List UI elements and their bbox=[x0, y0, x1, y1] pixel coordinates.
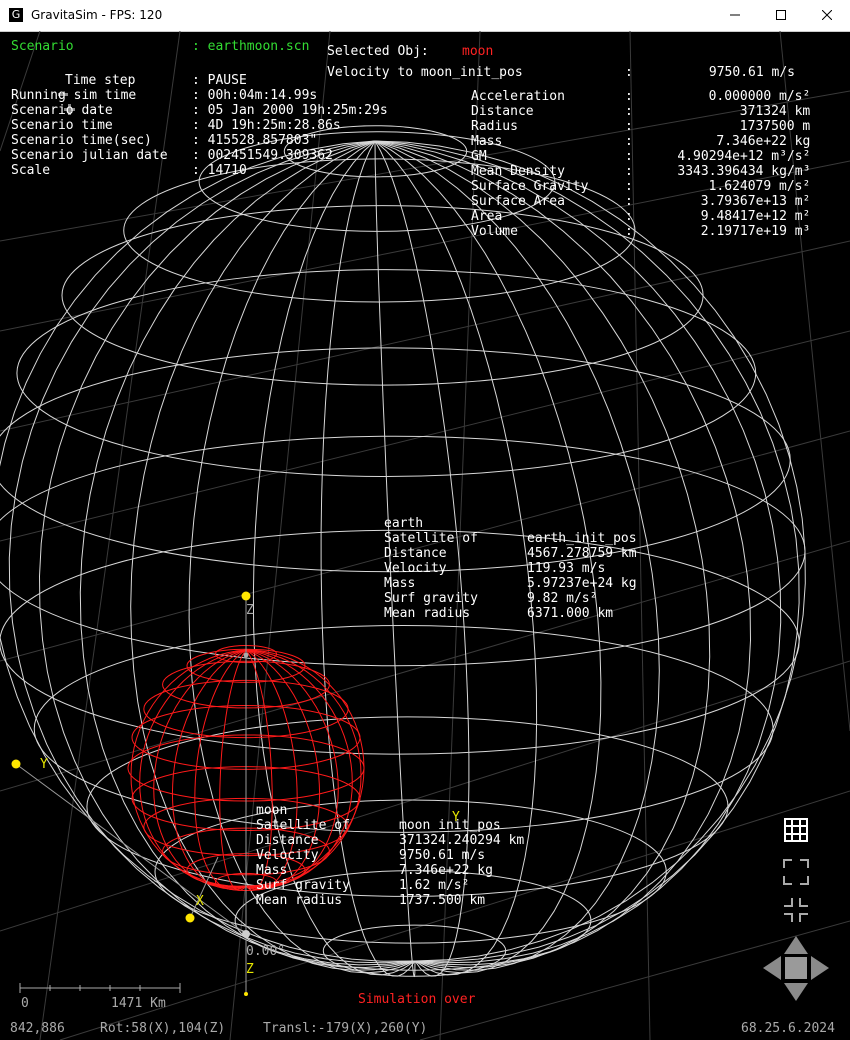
selected-prop-label: Mean Density bbox=[471, 164, 565, 179]
maximize-icon bbox=[776, 10, 786, 20]
hud-row-label: Scale bbox=[11, 163, 51, 178]
moon-info-label: Distance bbox=[256, 833, 319, 848]
moon-info-value: 7.346e+22 kg bbox=[399, 863, 493, 878]
title-bar[interactable]: G GravitaSim - FPS: 120 bbox=[0, 0, 850, 32]
simulation-viewport[interactable]: Scenario : earthmoon.scn Time step : PAU… bbox=[0, 31, 850, 1040]
selected-prop-label: Area bbox=[471, 209, 503, 224]
close-button[interactable] bbox=[804, 0, 850, 31]
selected-velocity-label: Velocity to moon_init_pos bbox=[327, 65, 523, 80]
selected-velocity-value: 9750.61 m/s bbox=[708, 65, 795, 80]
selected-prop-value: 1737500 m bbox=[739, 119, 811, 134]
selected-prop-label: Distance bbox=[471, 104, 534, 119]
pan-arrows-icon[interactable] bbox=[763, 936, 829, 1001]
scale-start: 0 bbox=[21, 996, 29, 1011]
moon-info-label: Surf gravity bbox=[256, 878, 350, 893]
moon-info-value: 9750.61 m/s bbox=[399, 848, 486, 863]
moon-info-value: moon_init_pos bbox=[399, 818, 501, 833]
hud-row-value: : 415528.857803" bbox=[192, 133, 318, 148]
scale-end: 1471 Km bbox=[111, 996, 166, 1011]
moon-info-label: Satellite of bbox=[256, 818, 350, 833]
selected-prop-label: GM bbox=[471, 149, 487, 164]
earth-info-label: Mass bbox=[384, 576, 416, 591]
selected-prop-label: Radius bbox=[471, 119, 518, 134]
earth-info-value: earth_init_pos bbox=[527, 531, 637, 546]
minimize-icon bbox=[730, 14, 740, 16]
earth-info-label: Distance bbox=[384, 546, 447, 561]
close-icon bbox=[821, 9, 833, 21]
selected-prop-label: Surface Area bbox=[471, 194, 565, 209]
earth-info-label: Mean radius bbox=[384, 606, 471, 621]
x-axis-handle[interactable] bbox=[185, 913, 195, 923]
grid-icon[interactable] bbox=[784, 818, 808, 842]
scenario-label: Scenario bbox=[11, 39, 74, 54]
hud-row-value: : 002451549.309362 bbox=[192, 148, 333, 163]
timestep-label: Time step bbox=[65, 73, 136, 88]
selected-name: moon bbox=[462, 44, 494, 59]
x-axis-label: X bbox=[196, 894, 204, 909]
hud-row-label: Scenario time(sec) bbox=[11, 133, 152, 148]
selected-label: Selected Obj: bbox=[327, 44, 429, 59]
z-axis-handle[interactable] bbox=[241, 591, 251, 601]
minimize-button[interactable] bbox=[712, 0, 758, 31]
earth-label: earth bbox=[384, 516, 424, 531]
earth-info-value: 6371.000 km bbox=[527, 606, 614, 621]
hud-row-value: : 00h:04m:14.99s bbox=[192, 88, 318, 103]
selected-prop-value: 0.000000 m/s² bbox=[708, 89, 811, 104]
hud-row-label: Scenario time bbox=[11, 118, 113, 133]
earth-info-label: Satellite of bbox=[384, 531, 478, 546]
hud-row-value: : 05 Jan 2000 19h:25m:29s bbox=[192, 103, 388, 118]
selected-prop-label: Volume bbox=[471, 224, 518, 239]
version-label: 68.25.6.2024 bbox=[741, 1021, 835, 1036]
moon-info-value: 1737.500 km bbox=[399, 893, 486, 908]
z-axis-label-bottom: Z bbox=[246, 962, 254, 977]
timestep-value: : PAUSE bbox=[192, 73, 247, 88]
hud-row-label: Running sim time bbox=[11, 88, 137, 103]
hud-row-value: : 4D 19h:25m:28.86s bbox=[192, 118, 341, 133]
selected-prop-value: 3.79367e+13 m² bbox=[700, 194, 811, 209]
angle-readout: 0.00° bbox=[246, 944, 286, 959]
shrink-view-icon[interactable] bbox=[784, 898, 808, 922]
scale-bar bbox=[19, 983, 181, 993]
rotation-readout: Rot:58(X),104(Z) bbox=[100, 1021, 226, 1036]
selected-prop-label: Mass bbox=[471, 134, 503, 149]
simulation-status: Simulation over bbox=[358, 992, 476, 1007]
hud-row-label: Scenario julian date bbox=[11, 148, 168, 163]
app-icon: G bbox=[9, 8, 23, 22]
earth-info-label: Surf gravity bbox=[384, 591, 478, 606]
moon-label: moon bbox=[256, 803, 288, 818]
y-axis-label: Y bbox=[40, 757, 48, 772]
earth-info-label: Velocity bbox=[384, 561, 447, 576]
cursor-position: 842,886 bbox=[10, 1021, 65, 1036]
window-title: GravitaSim - FPS: 120 bbox=[31, 8, 163, 22]
selected-prop-value: 7.346e+22 kg bbox=[716, 134, 811, 149]
y-axis-handle[interactable] bbox=[11, 759, 21, 769]
moon-info-label: Velocity bbox=[256, 848, 319, 863]
selected-prop-label: Surface Gravity bbox=[471, 179, 589, 194]
translation-readout: Transl:-179(X),260(Y) bbox=[263, 1021, 428, 1036]
app-window: G GravitaSim - FPS: 120 Scenario: earth… bbox=[0, 0, 850, 1040]
fit-view-icon[interactable] bbox=[783, 859, 809, 885]
maximize-button[interactable] bbox=[758, 0, 804, 31]
moon-info-label: Mass bbox=[256, 863, 288, 878]
selected-prop-value: 371324 km bbox=[739, 104, 811, 119]
earth-info-value: 119.93 m/s bbox=[527, 561, 606, 576]
moon-info-value: 371324.240294 km bbox=[399, 833, 525, 848]
moon-info-label: Mean radius bbox=[256, 893, 343, 908]
selected-prop-value: 1.624079 m/s² bbox=[708, 179, 811, 194]
selected-prop-value: 4.90294e+12 m³/s² bbox=[677, 149, 811, 164]
earth-info-value: 4567.278759 km bbox=[527, 546, 637, 561]
selected-prop-value: 3343.396434 kg/m³ bbox=[677, 164, 811, 179]
earth-info-value: 9.82 m/s² bbox=[527, 591, 598, 606]
earth-info-value: 5.97237e+24 kg bbox=[527, 576, 637, 591]
scenario-value: : earthmoon.scn bbox=[192, 39, 310, 54]
hud-row-label: Scenario date bbox=[11, 103, 113, 118]
moon-info-value: 1.62 m/s² bbox=[399, 878, 470, 893]
hud-row-value: : 14710 bbox=[192, 163, 247, 178]
selected-prop-value: 9.48417e+12 m² bbox=[700, 209, 811, 224]
selected-prop-value: 2.19717e+19 m³ bbox=[700, 224, 811, 239]
z-axis-label-top: Z bbox=[246, 603, 254, 618]
selected-prop-label: Acceleration bbox=[471, 89, 565, 104]
